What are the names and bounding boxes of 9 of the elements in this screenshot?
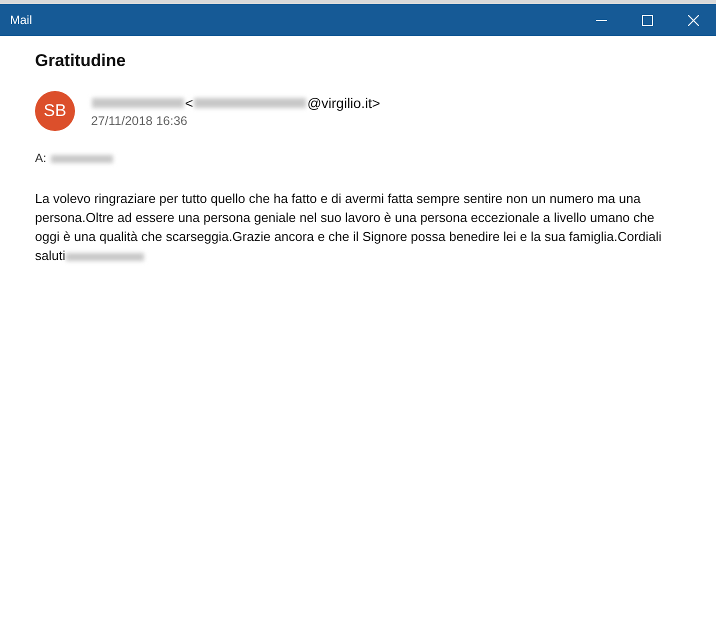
maximize-icon	[642, 14, 652, 26]
email-body: La volevo ringraziare per tutto quello che ha fatto e di avermi fatta sempre sentire non un numero ma una persona.Oltre ad essere una persona geniale nel suo lavoro è una persona eccezionale a livello umano che oggi è una qualità che scarseggia.Grazie ancora e che il Signore possa benedire lei e la sua famiglia.Cordiali saluti	[35, 190, 663, 265]
sender-line: < @virgilio.it>	[91, 94, 380, 110]
close-icon	[688, 14, 698, 26]
window-title: Mail	[9, 13, 32, 27]
recipient-line: A:	[35, 151, 681, 165]
email-subject: Gratitudine	[35, 51, 127, 71]
avatar: SB	[35, 91, 75, 131]
email-date: 27/11/2018 16:36	[91, 114, 188, 128]
